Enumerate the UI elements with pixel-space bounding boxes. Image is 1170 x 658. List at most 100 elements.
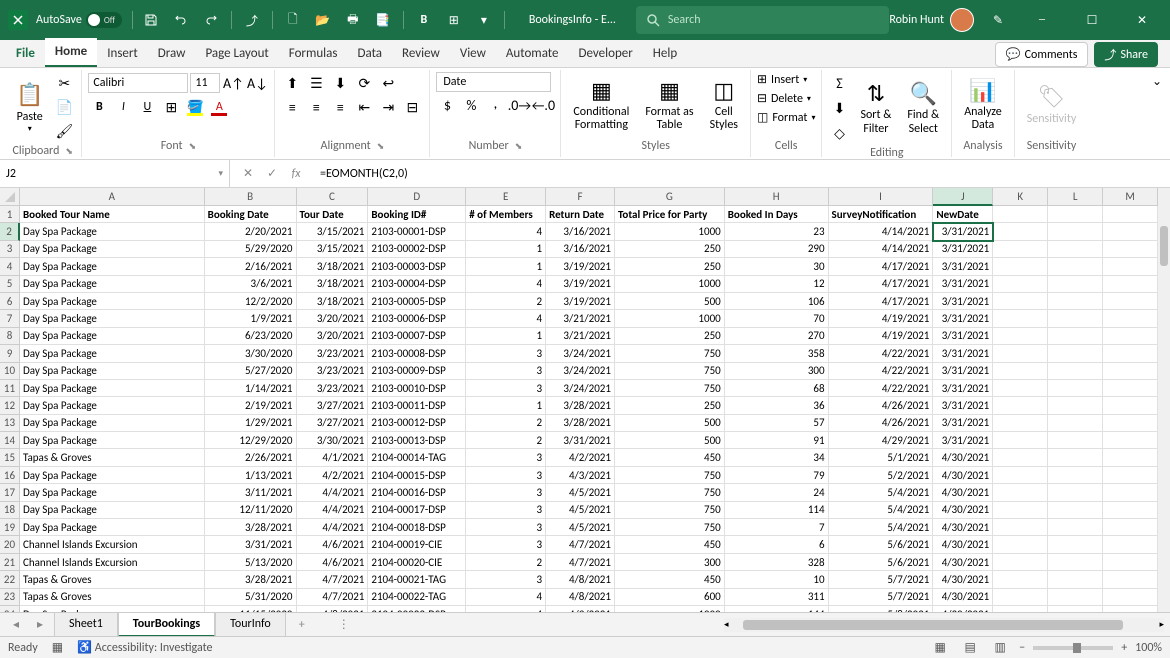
cell[interactable]: 4 — [466, 606, 546, 612]
cancel-formula-icon[interactable]: ✕ — [238, 164, 258, 184]
cell[interactable]: 2103-00004-DSP — [368, 276, 466, 293]
row-header[interactable]: 5 — [0, 276, 20, 293]
cell[interactable]: 4/7/2021 — [297, 589, 369, 606]
cell[interactable]: Day Spa Package — [20, 415, 205, 432]
cell[interactable]: 4/26/2021 — [829, 397, 934, 414]
zoom-in-icon[interactable]: + — [1121, 641, 1127, 655]
cell[interactable]: 3/16/2021 — [546, 241, 615, 258]
cell[interactable]: Day Spa Package — [20, 223, 205, 240]
cell[interactable] — [1103, 293, 1158, 310]
cell[interactable]: 7 — [725, 519, 829, 536]
cell[interactable]: Tapas & Groves — [20, 589, 205, 606]
header-cell[interactable] — [1048, 206, 1103, 223]
cell[interactable]: 3 — [466, 345, 546, 362]
row-header[interactable]: 11 — [0, 380, 20, 397]
row-header[interactable]: 6 — [0, 293, 20, 310]
cell[interactable]: 2104-00017-DSP — [368, 502, 466, 519]
cell[interactable]: Day Spa Package — [20, 606, 205, 612]
cell[interactable]: 450 — [615, 536, 725, 553]
search-box[interactable]: Search — [636, 6, 889, 34]
name-box-input[interactable] — [6, 167, 186, 181]
row-header[interactable]: 10 — [0, 363, 20, 380]
cell[interactable]: 300 — [725, 363, 829, 380]
enter-formula-icon[interactable]: ✓ — [262, 164, 282, 184]
share-button[interactable]: ⤴ Share — [1094, 42, 1158, 67]
cell[interactable]: 1/29/2021 — [205, 415, 297, 432]
cell[interactable]: 3/21/2021 — [546, 328, 615, 345]
cell[interactable] — [993, 589, 1048, 606]
cell[interactable] — [1048, 484, 1103, 501]
cell[interactable]: Day Spa Package — [20, 258, 205, 275]
cell[interactable]: 4/22/2021 — [829, 345, 934, 362]
font-name-select[interactable] — [88, 73, 188, 93]
header-cell[interactable]: Booking ID# — [368, 206, 466, 223]
cell[interactable] — [1048, 502, 1103, 519]
sheet-nav-prev-icon[interactable]: ◂ — [6, 615, 26, 635]
cell[interactable]: 5/1/2021 — [829, 449, 934, 466]
cell[interactable]: 3/28/2021 — [205, 519, 297, 536]
cell[interactable]: Channel Islands Excursion — [20, 554, 205, 571]
cell[interactable]: Day Spa Package — [20, 293, 205, 310]
row-header[interactable]: 2 — [0, 223, 20, 240]
cell[interactable]: 750 — [615, 484, 725, 501]
cell[interactable] — [1048, 536, 1103, 553]
cell[interactable]: 4/2/2021 — [546, 449, 615, 466]
percent-icon[interactable]: % — [460, 94, 482, 116]
wrap-text-icon[interactable]: ↩ — [377, 72, 399, 94]
cell[interactable]: 311 — [725, 589, 829, 606]
autosave-toggle[interactable]: Off — [86, 12, 122, 28]
collapse-ribbon-icon[interactable]: ⌄ — [1152, 75, 1162, 89]
merge-center-icon[interactable]: ⊟ — [401, 96, 423, 118]
cell[interactable]: Day Spa Package — [20, 310, 205, 327]
insert-cells-button[interactable]: ⊞Insert▾ — [757, 72, 807, 87]
cell[interactable]: 12/2/2020 — [205, 293, 297, 310]
cell[interactable]: 3/31/2021 — [933, 258, 993, 275]
cell[interactable] — [1048, 415, 1103, 432]
cell[interactable]: 4/6/2021 — [297, 536, 369, 553]
sheet-tab[interactable]: Sheet1 — [54, 612, 118, 637]
cell[interactable]: 24 — [725, 484, 829, 501]
cell[interactable]: 270 — [725, 328, 829, 345]
cell[interactable]: 1/13/2021 — [205, 467, 297, 484]
header-cell[interactable]: # of Members — [466, 206, 546, 223]
cell[interactable]: Tapas & Groves — [20, 571, 205, 588]
cell[interactable]: 3/24/2021 — [546, 380, 615, 397]
cell[interactable]: 4/7/2021 — [297, 571, 369, 588]
cell[interactable] — [993, 241, 1048, 258]
cell[interactable] — [993, 397, 1048, 414]
cell[interactable]: 3 — [466, 467, 546, 484]
cell[interactable] — [1103, 363, 1158, 380]
cell[interactable]: 500 — [615, 293, 725, 310]
cell[interactable]: 2103-00001-DSP — [368, 223, 466, 240]
cell[interactable] — [1048, 345, 1103, 362]
cell[interactable]: 3/27/2021 — [297, 397, 369, 414]
cell[interactable]: 34 — [725, 449, 829, 466]
cell[interactable]: 4/19/2021 — [829, 328, 934, 345]
cell[interactable]: 68 — [725, 380, 829, 397]
cell[interactable]: 3/21/2021 — [546, 310, 615, 327]
cell[interactable]: 2103-00003-DSP — [368, 258, 466, 275]
cell[interactable]: 4/17/2021 — [829, 276, 934, 293]
cell[interactable]: 4/4/2021 — [297, 484, 369, 501]
cell[interactable]: 30 — [725, 258, 829, 275]
cell[interactable]: 500 — [615, 432, 725, 449]
tab-help[interactable]: Help — [643, 40, 687, 67]
tab-file[interactable]: File — [6, 40, 45, 67]
open-file-icon[interactable]: 📂 — [309, 6, 337, 34]
cell[interactable]: 70 — [725, 310, 829, 327]
cell[interactable]: Day Spa Package — [20, 276, 205, 293]
cell[interactable]: 3/31/2021 — [933, 415, 993, 432]
cell[interactable]: 2103-00010-DSP — [368, 380, 466, 397]
cell[interactable] — [1048, 258, 1103, 275]
cell[interactable]: 3/18/2021 — [297, 293, 369, 310]
cell[interactable]: 79 — [725, 467, 829, 484]
column-header[interactable]: L — [1048, 188, 1103, 206]
row-header[interactable]: 22 — [0, 571, 20, 588]
cell[interactable] — [1048, 449, 1103, 466]
cell[interactable]: 3 — [466, 484, 546, 501]
cell[interactable]: 2/20/2021 — [205, 223, 297, 240]
zoom-level[interactable]: 100% — [1135, 641, 1162, 655]
cell[interactable]: 2 — [466, 293, 546, 310]
name-box[interactable]: ▾ — [0, 160, 230, 187]
find-select-button[interactable]: 🔍Find & Select — [901, 78, 945, 137]
